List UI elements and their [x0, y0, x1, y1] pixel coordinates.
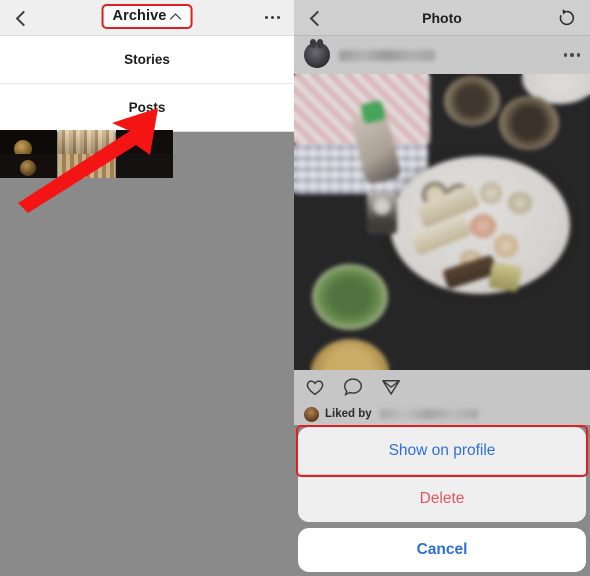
right-panel-photo: Photo Liked by Show on profile Delete Ca…: [294, 0, 590, 576]
heart-icon[interactable]: [304, 376, 326, 398]
comment-icon[interactable]: [342, 376, 364, 398]
back-chevron-icon[interactable]: [12, 9, 30, 27]
cancel-button[interactable]: Cancel: [298, 528, 586, 572]
liked-by-row[interactable]: Liked by: [294, 403, 590, 425]
left-panel-archive: Archive Stories Posts: [0, 0, 294, 576]
page-title: Photo: [422, 9, 462, 26]
liked-by-label: Liked by: [325, 408, 372, 420]
left-panel-background: [0, 178, 294, 576]
post-photo[interactable]: [294, 74, 590, 370]
restore-archive-icon[interactable]: [556, 7, 578, 29]
delete-button[interactable]: Delete: [298, 475, 586, 522]
avatar[interactable]: [304, 39, 330, 68]
cancel-label: Cancel: [416, 541, 468, 558]
action-sheet: Show on profile Delete: [298, 427, 586, 522]
menu-item-stories-label: Stories: [124, 52, 170, 67]
chevron-up-icon: [170, 12, 181, 20]
archive-dropdown-menu: Stories Posts: [0, 36, 294, 132]
share-icon[interactable]: [380, 376, 402, 398]
photo-header: Photo: [294, 0, 590, 36]
delete-label: Delete: [419, 489, 465, 507]
show-on-profile-label: Show on profile: [388, 441, 496, 459]
more-options-icon[interactable]: [263, 10, 283, 26]
menu-item-stories[interactable]: Stories: [0, 36, 294, 84]
menu-item-posts-label: Posts: [128, 100, 166, 115]
archive-title: Archive: [112, 8, 167, 24]
menu-item-posts[interactable]: Posts: [0, 84, 294, 132]
thumbnail-item[interactable]: [116, 154, 173, 178]
post-actions-row: [294, 370, 590, 403]
thumbnail-item[interactable]: [58, 154, 115, 178]
post-header: [294, 36, 590, 74]
back-chevron-icon[interactable]: [306, 9, 324, 27]
show-on-profile-button[interactable]: Show on profile: [298, 427, 586, 474]
liked-by-avatar: [304, 406, 319, 422]
post-username-blurred[interactable]: [339, 49, 435, 61]
archive-dropdown-button[interactable]: Archive: [101, 4, 193, 29]
thumbnail-item[interactable]: [0, 154, 57, 178]
app-screen: Archive Stories Posts Photo Liked by Sho…: [0, 0, 590, 576]
liked-by-username-blurred[interactable]: [379, 409, 478, 419]
post-more-options-icon[interactable]: [563, 53, 580, 57]
